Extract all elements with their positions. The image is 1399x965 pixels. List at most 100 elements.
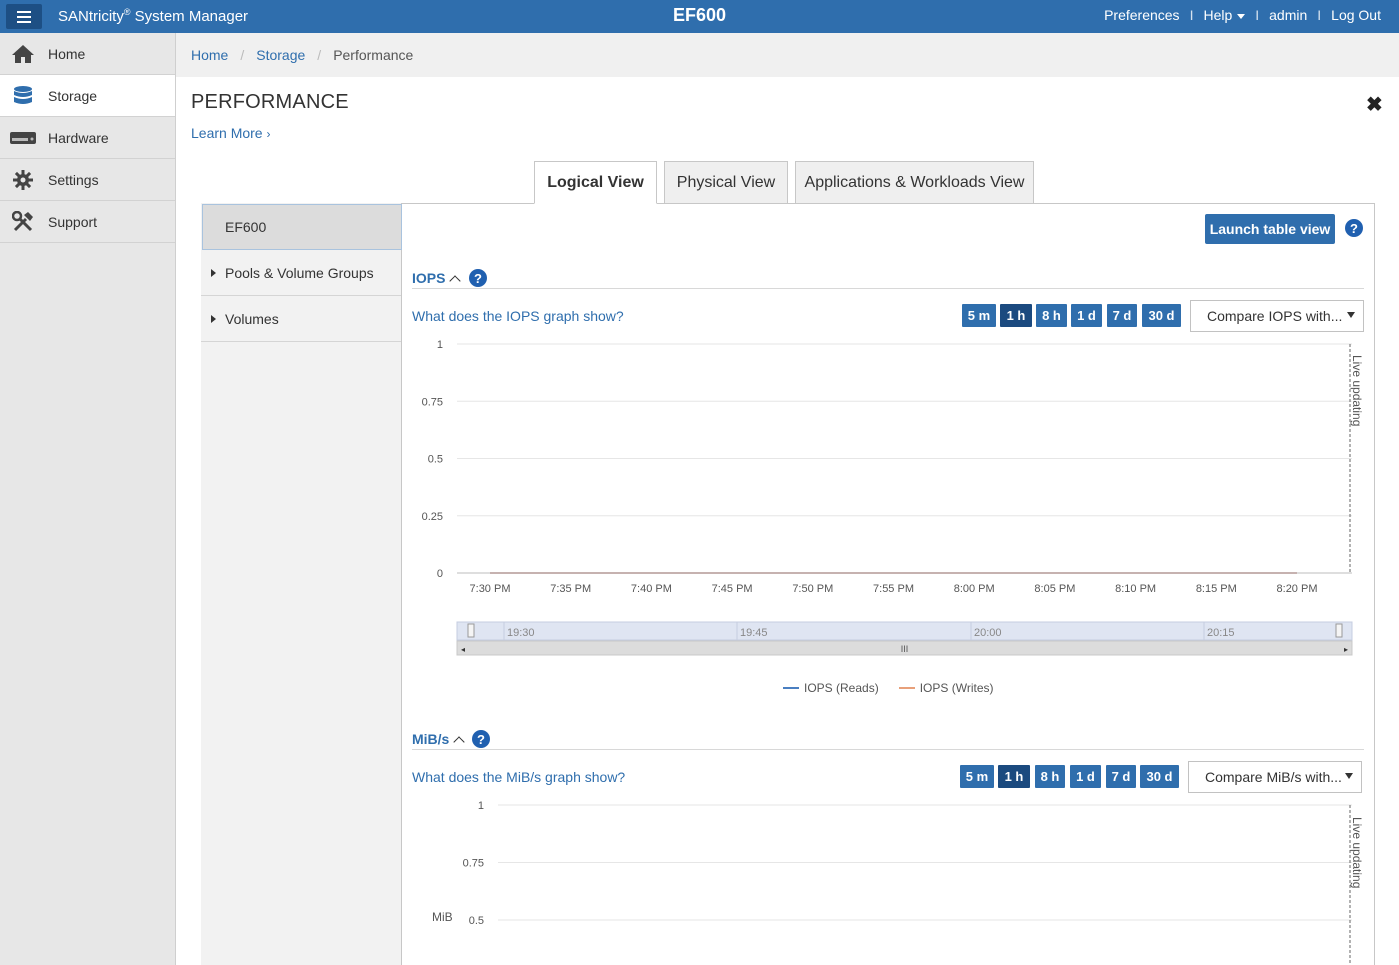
chevron-right-icon: ›	[266, 127, 271, 141]
launch-table-view-button[interactable]: Launch table view	[1205, 214, 1335, 244]
tab-physical-view[interactable]: Physical View	[664, 161, 788, 204]
iops-chart: Live updating 0 0.25 0.5 0.75 1 7:30 PM 7:35 P…	[422, 339, 1364, 656]
iops-legend: IOPS (Reads) IOPS (Writes)	[783, 681, 1013, 695]
sidebar-item-hardware[interactable]: Hardware	[0, 117, 175, 159]
user-name[interactable]: admin	[1269, 7, 1307, 23]
breadcrumb: Home / Storage / Performance	[176, 33, 1399, 77]
sidebar: Home Storage Hardware Settings Support	[0, 33, 176, 965]
hamburger-icon	[17, 10, 31, 23]
x-tick-label: 7:30 PM	[470, 583, 511, 595]
sidebar-item-storage[interactable]: Storage	[0, 75, 175, 117]
y-tick-label: 0.75	[422, 396, 443, 408]
scroll-right-icon: ▸	[1344, 645, 1348, 654]
navigator-tick-label: 20:00	[974, 627, 1002, 639]
live-updating-label: Live updating	[1350, 817, 1364, 888]
y-tick-label: 0.5	[428, 454, 443, 466]
y-tick-label: 0	[437, 568, 443, 580]
help-menu[interactable]: Help	[1203, 7, 1246, 23]
mibs-time-30d-button[interactable]: 30 d	[1140, 765, 1179, 788]
mibs-compare-select[interactable]: Compare MiB/s with...	[1188, 761, 1362, 793]
section-divider	[412, 288, 1364, 289]
navigator-tick-label: 19:30	[507, 627, 535, 639]
mibs-section-toggle[interactable]: MiB/s	[412, 731, 466, 748]
y-tick-label: 1	[437, 339, 443, 351]
iops-time-7d-button[interactable]: 7 d	[1107, 304, 1137, 327]
mibs-what-link[interactable]: What does the MiB/s graph show?	[412, 769, 625, 785]
breadcrumb-home[interactable]: Home	[191, 47, 228, 63]
caret-right-icon	[211, 268, 216, 277]
iops-time-30d-button[interactable]: 30 d	[1142, 304, 1181, 327]
sidebar-item-label: Support	[48, 213, 98, 230]
app-brand: SANtricity® System Manager	[58, 7, 249, 25]
x-tick-label: 7:50 PM	[792, 583, 833, 595]
top-bar: SANtricity® System Manager EF600 Prefere…	[0, 0, 1399, 33]
close-icon[interactable]: ✖	[1366, 92, 1383, 117]
nav-separator: I	[1255, 7, 1260, 23]
storage-icon	[10, 85, 36, 107]
tools-icon	[10, 210, 36, 233]
dropdown-arrow-icon	[1345, 773, 1353, 779]
iops-time-5m-button[interactable]: 5 m	[962, 304, 996, 327]
iops-what-link[interactable]: What does the IOPS graph show?	[412, 308, 624, 324]
sidebar-item-support[interactable]: Support	[0, 201, 175, 243]
gear-icon	[10, 169, 36, 191]
sidebar-item-settings[interactable]: Settings	[0, 159, 175, 201]
preferences-link[interactable]: Preferences	[1104, 7, 1179, 23]
legend-item-reads[interactable]: IOPS (Reads)	[783, 681, 879, 695]
tree-item-ef600[interactable]: EF600	[202, 204, 402, 250]
navigator-handle-left	[467, 623, 475, 638]
iops-section-toggle[interactable]: IOPS	[412, 270, 462, 287]
learn-more-link[interactable]: Learn More ›	[191, 125, 270, 141]
y-tick-label: 1	[478, 800, 484, 812]
iops-help-icon[interactable]: ?	[469, 269, 487, 287]
nav-separator: I	[1317, 7, 1322, 23]
iops-time-1d-button[interactable]: 1 d	[1071, 304, 1102, 327]
tree-item-volumes[interactable]: Volumes	[201, 296, 401, 342]
tab-applications-workloads-view[interactable]: Applications & Workloads View	[795, 161, 1034, 204]
top-nav: Preferences I Help I admin I Log Out	[1104, 7, 1381, 23]
mibs-time-8h-button[interactable]: 8 h	[1035, 765, 1065, 788]
mibs-help-icon[interactable]: ?	[472, 730, 490, 748]
breadcrumb-separator: /	[317, 47, 322, 63]
legend-swatch-writes	[898, 687, 915, 689]
sidebar-item-label: Storage	[48, 87, 98, 104]
x-tick-label: 7:40 PM	[631, 583, 672, 595]
hardware-icon	[10, 127, 36, 149]
y-axis-label: MiB	[432, 910, 453, 924]
x-tick-label: 7:45 PM	[712, 583, 753, 595]
caret-right-icon	[211, 314, 216, 323]
breadcrumb-current: Performance	[333, 47, 414, 63]
x-tick-label: 8:05 PM	[1034, 583, 1075, 595]
mibs-time-1h-button[interactable]: 1 h	[998, 765, 1030, 788]
x-tick-label: 8:00 PM	[954, 583, 995, 595]
sidebar-item-label: Settings	[48, 171, 99, 188]
mibs-time-1d-button[interactable]: 1 d	[1070, 765, 1101, 788]
y-tick-label: 0.75	[463, 858, 484, 870]
breadcrumb-storage[interactable]: Storage	[256, 47, 305, 63]
tab-logical-view[interactable]: Logical View	[534, 161, 657, 204]
scrollbar-grip: III	[901, 644, 909, 654]
chevron-down-icon	[1237, 13, 1246, 19]
iops-time-8h-button[interactable]: 8 h	[1036, 304, 1067, 327]
legend-item-writes[interactable]: IOPS (Writes)	[898, 681, 993, 695]
page-title: PERFORMANCE	[191, 91, 349, 113]
logout-link[interactable]: Log Out	[1331, 7, 1381, 23]
x-tick-label: 7:35 PM	[550, 583, 591, 595]
section-divider	[412, 749, 1364, 750]
iops-compare-select[interactable]: Compare IOPS with...	[1190, 300, 1364, 332]
mibs-time-7d-button[interactable]: 7 d	[1106, 765, 1136, 788]
live-updating-label: Live updating	[1350, 355, 1364, 426]
iops-time-1h-button[interactable]: 1 h	[1000, 304, 1032, 327]
mibs-time-5m-button[interactable]: 5 m	[960, 765, 994, 788]
help-icon[interactable]: ?	[1345, 219, 1363, 237]
nav-separator: I	[1189, 7, 1194, 23]
hamburger-menu-button[interactable]	[6, 4, 42, 29]
tree-item-pools-volume-groups[interactable]: Pools & Volume Groups	[201, 250, 401, 296]
sidebar-item-home[interactable]: Home	[0, 33, 175, 75]
y-tick-label: 0.25	[422, 511, 443, 523]
home-icon	[10, 43, 36, 65]
sidebar-item-label: Home	[48, 45, 86, 62]
sidebar-item-label: Hardware	[48, 129, 109, 146]
object-tree: EF600 Pools & Volume Groups Volumes	[201, 203, 402, 965]
legend-swatch-reads	[783, 687, 799, 689]
